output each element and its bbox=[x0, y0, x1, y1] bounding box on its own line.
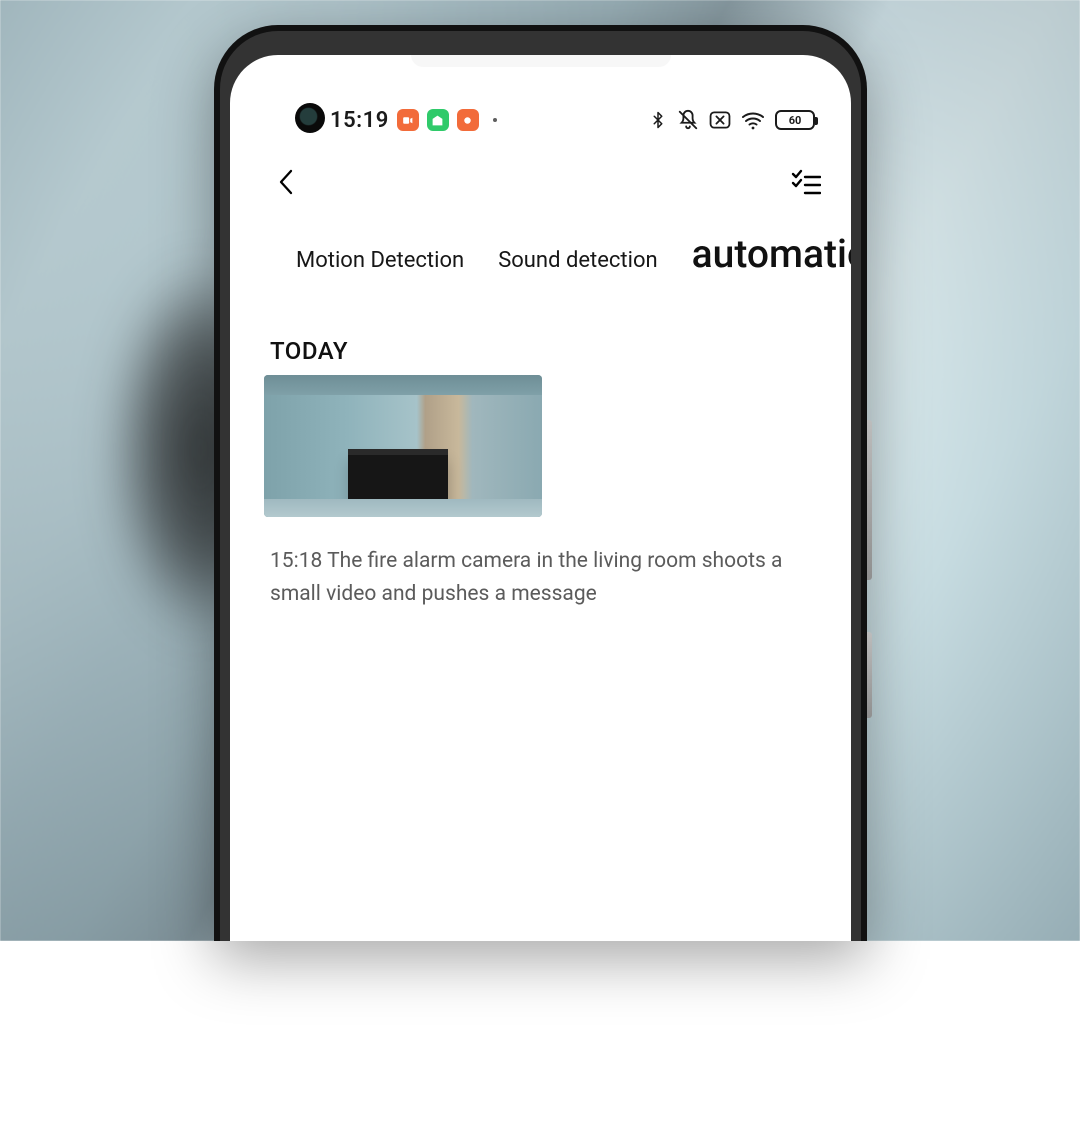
phone-side-button bbox=[867, 420, 872, 580]
tab-sound-detection[interactable]: Sound detection bbox=[498, 248, 657, 273]
thumbnail-image bbox=[264, 499, 542, 517]
mute-icon bbox=[677, 109, 699, 131]
thumbnail-image bbox=[264, 375, 542, 517]
recent-app-icon[interactable] bbox=[397, 109, 419, 131]
bluetooth-icon bbox=[649, 109, 667, 131]
phone-side-button bbox=[867, 632, 872, 718]
tab-bar: Motion Detection Sound detection automat… bbox=[230, 231, 851, 277]
status-time: 15:19 bbox=[330, 108, 389, 133]
battery-percent: 60 bbox=[789, 114, 802, 127]
phone-mockup: 15:19 bbox=[214, 25, 867, 941]
battery-indicator: 60 bbox=[775, 110, 815, 130]
event-caption: 15:18 The fire alarm camera in the livin… bbox=[270, 545, 811, 610]
background-bottom bbox=[0, 941, 1080, 1135]
notch bbox=[411, 55, 671, 67]
status-bar-right: 60 bbox=[649, 109, 815, 131]
phone-screen: 15:19 bbox=[230, 55, 851, 941]
more-apps-indicator bbox=[493, 118, 497, 122]
select-list-button[interactable] bbox=[789, 165, 823, 199]
tab-motion-detection[interactable]: Motion Detection bbox=[296, 248, 464, 273]
recent-app-icon[interactable] bbox=[457, 109, 479, 131]
recent-app-icon[interactable] bbox=[427, 109, 449, 131]
status-bar: 15:19 bbox=[230, 103, 851, 137]
back-button[interactable] bbox=[270, 165, 304, 199]
event-thumbnail[interactable] bbox=[264, 375, 542, 517]
close-box-icon bbox=[709, 111, 731, 129]
section-header-today: TODAY bbox=[270, 337, 348, 365]
wifi-icon bbox=[741, 110, 765, 130]
nav-bar bbox=[230, 157, 851, 207]
tab-automation[interactable]: automation bbox=[692, 231, 851, 277]
status-bar-left: 15:19 bbox=[330, 108, 497, 133]
